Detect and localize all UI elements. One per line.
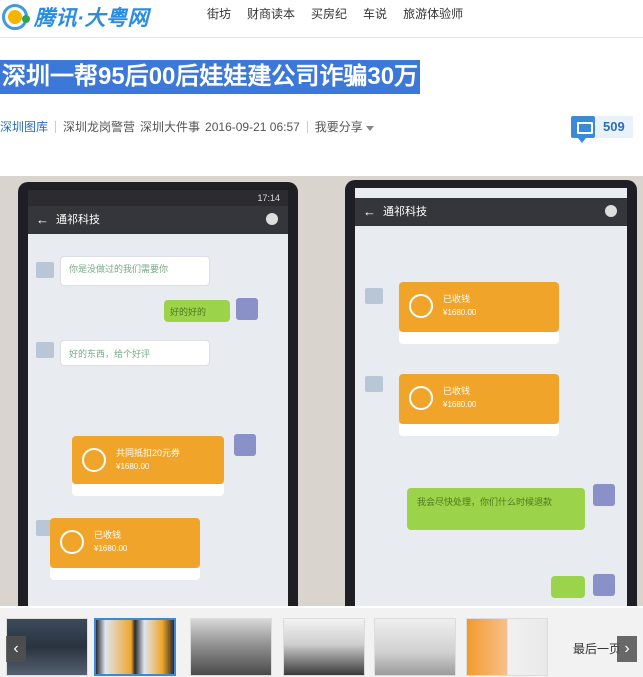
chat-bubble: 好的好的 [164,300,230,322]
share-label: 我要分享 [314,120,363,134]
chat-title: 通祁科技 [383,206,427,218]
chat-header: ← 通祁科技 [28,206,288,234]
nav-item-lvyou[interactable]: 旅游体验师 [403,7,463,21]
category-text: 深圳大件事 [140,120,201,134]
chevron-down-icon [365,126,374,131]
publish-time: 2016-09-21 06:57 [205,119,300,134]
thumbnail[interactable] [374,618,456,676]
avatar [365,288,383,304]
avatar [36,262,54,278]
person-icon [266,213,278,225]
chat-title: 通祁科技 [56,214,100,226]
comment-button[interactable]: 509 [571,116,633,143]
phone-right: ← 通祁科技 已收钱 ¥1680.00 已收钱 ¥1680.00 我会尽快处理，… [345,180,637,606]
status-bar: 17:14 [28,190,288,206]
article-photo[interactable]: 17:14 ← 通祁科技 你是没做过的我们需要你 好的好的 好的东西，给个好评 … [0,176,643,606]
chat-bubble: 我会尽快处理，你们什么时候退款 [407,488,585,530]
back-arrow-icon: ← [363,204,376,219]
payment-amount: ¥1680.00 [443,308,477,317]
thumbnail[interactable] [466,618,548,676]
nav-item-jiefang[interactable]: 街坊 [207,7,231,21]
payment-text: 已收钱 [94,530,122,540]
chat-header: ← 通祁科技 [355,198,627,226]
share-button[interactable]: 我要分享 [315,118,374,135]
avatar [365,376,383,392]
next-arrow-icon[interactable]: › [617,636,637,662]
nav-item-cheshuo[interactable]: 车说 [363,7,387,21]
phone-screen: 17:14 ← 通祁科技 你是没做过的我们需要你 好的好的 好的东西，给个好评 … [28,190,288,606]
payment-text: 已收钱 [443,294,471,304]
payment-bubble: 共同抵扣20元券 ¥1680.00 [72,436,224,496]
chat-bubble: 好的东西，给个好评 [60,340,210,366]
thumbnail[interactable] [190,618,272,676]
payment-text: 共同抵扣20元券 [116,448,181,458]
source-link[interactable]: 深圳图库 [0,118,48,135]
back-arrow-icon: ← [36,212,49,227]
phone-left: 17:14 ← 通祁科技 你是没做过的我们需要你 好的好的 好的东西，给个好评 … [18,182,298,606]
phone-screen: ← 通祁科技 已收钱 ¥1680.00 已收钱 ¥1680.00 我会尽快处理，… [355,188,627,606]
title-area: 深圳一帮95后00后娃娃建公司诈骗30万 [0,60,421,94]
avatar [593,484,615,506]
last-page-link[interactable]: 最后一页 [573,640,621,657]
payment-amount: ¥1680.00 [443,400,477,409]
divider [306,120,308,133]
payment-amount: ¥1680.00 [94,544,128,553]
chat-bubble: 你是没做过的我们需要你 [60,256,210,286]
comment-icon [571,116,595,143]
logo-text: 腾讯·大粤网 [34,7,149,30]
check-circle-icon [409,386,433,410]
thumbnail-strip: ‹ 最后一页 › [0,608,643,677]
payment-bubble: 已收钱 ¥1680.00 [50,518,200,580]
prev-arrow-icon[interactable]: ‹ [6,636,26,662]
site-header: 腾讯·大粤网 街坊 财商读本 买房纪 车说 旅游体验师 [0,0,643,38]
nav-item-caishang[interactable]: 财商读本 [247,7,295,21]
thumbnail[interactable] [283,618,365,676]
thumbnail[interactable] [94,618,176,676]
payment-bubble: 已收钱 ¥1680.00 [399,282,559,344]
payment-text: 已收钱 [443,386,471,396]
comment-count: 509 [595,116,633,138]
avatar [234,434,256,456]
payment-bubble: 已收钱 ¥1680.00 [399,374,559,436]
avatar [593,574,615,596]
top-nav: 街坊 财商读本 买房纪 车说 旅游体验师 [207,7,479,21]
tags-text: 深圳龙岗警营 [63,120,136,134]
divider [55,120,57,133]
check-circle-icon [409,294,433,318]
check-circle-icon [60,530,84,554]
chat-bubble [551,576,585,598]
avatar [36,342,54,358]
person-icon [605,205,617,217]
article-title: 深圳一帮95后00后娃娃建公司诈骗30万 [0,60,421,94]
payment-amount: ¥1680.00 [116,462,150,471]
site-logo[interactable]: 腾讯·大粤网 [2,2,149,32]
avatar [236,298,258,320]
logo-icon [2,4,30,30]
transfer-icon [82,448,106,472]
article-meta: 深圳图库 深圳龙岗警营 深圳大件事 2016-09-21 06:57 我要分享 [0,118,374,135]
nav-item-maifang[interactable]: 买房纪 [311,7,347,21]
